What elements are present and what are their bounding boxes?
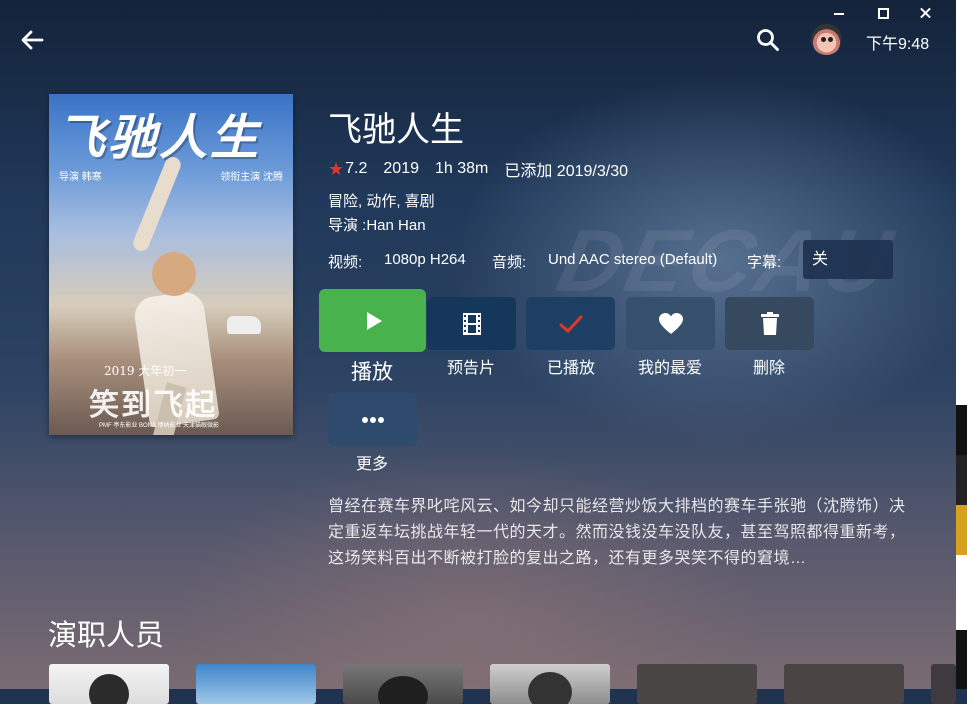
favorite-button[interactable] — [626, 297, 715, 350]
poster-star-credit: 领衔主演 沈腾 — [220, 172, 283, 183]
poster-footer: PMF 亭东影业 BONA 博纳影业 天津猫眼微影 — [99, 423, 220, 429]
poster-tagline: 笑到飞起 — [89, 388, 217, 423]
cast-card[interactable] — [490, 664, 610, 704]
movie-meta: ★ 7.2 2019 1h 38m 已添加 2019/3/30 — [328, 157, 644, 181]
director: 导演 :Han Han — [328, 217, 426, 234]
play-button[interactable] — [319, 289, 426, 352]
trash-icon — [760, 311, 779, 335]
back-arrow-icon[interactable] — [18, 26, 46, 54]
trailer-button[interactable] — [427, 297, 516, 350]
delete-button[interactable] — [725, 297, 814, 350]
cast-card[interactable] — [196, 664, 316, 704]
poster-release: 2019 大年初一 — [104, 364, 187, 378]
more-dots-icon — [361, 416, 384, 423]
year: 2019 — [383, 160, 419, 177]
movie-title: 飞驰人生 — [328, 111, 464, 149]
cast-card[interactable] — [784, 664, 904, 704]
rating: 7.2 — [345, 160, 368, 177]
star-icon: ★ — [328, 158, 345, 179]
genres: 冒险, 动作, 喜剧 — [328, 193, 435, 210]
subtitle-label: 字幕: — [747, 254, 782, 271]
video-value: 1080p H264 — [384, 251, 466, 268]
date-added: 已添加 2019/3/30 — [504, 163, 628, 180]
cast-card[interactable] — [637, 664, 757, 704]
poster-title: 飞驰人生 — [57, 110, 262, 166]
search-icon[interactable] — [754, 26, 782, 54]
more-button[interactable] — [328, 393, 417, 446]
cast-card[interactable] — [343, 664, 463, 704]
check-icon — [559, 315, 582, 333]
minimize-icon[interactable] — [828, 4, 852, 22]
audio-value: Und AAC stereo (Default) — [548, 251, 718, 268]
more-label: 更多 — [355, 456, 388, 473]
trailer-label: 预告片 — [446, 360, 495, 377]
video-label: 视频: — [328, 254, 363, 271]
heart-icon — [658, 312, 683, 334]
poster[interactable]: 飞驰人生 导演 韩寒 领衔主演 沈腾 2019 大年初一 笑到飞起 PMF 亭东… — [49, 94, 293, 435]
favorite-label: 我的最爱 — [637, 360, 702, 377]
poster-car — [227, 316, 261, 334]
clock: 下午9:48 — [866, 36, 930, 53]
avatar[interactable] — [811, 24, 842, 55]
subtitle-select[interactable]: 关 — [803, 240, 893, 279]
delete-label: 删除 — [752, 360, 785, 377]
background-window-strip — [956, 0, 967, 689]
close-icon[interactable] — [914, 4, 938, 22]
film-icon — [462, 312, 481, 335]
cast-heading: 演职人员 — [48, 620, 165, 652]
overview: 曾经在赛车界叱咤风云、如今却只能经营炒饭大排档的赛车手张驰（沈腾饰）决定重返车坛… — [328, 498, 906, 567]
runtime: 1h 38m — [434, 160, 489, 177]
play-label: 播放 — [351, 361, 393, 384]
played-button[interactable] — [526, 297, 615, 350]
play-icon — [366, 311, 382, 330]
played-label: 已播放 — [546, 360, 595, 377]
cast-card[interactable] — [49, 664, 169, 704]
maximize-icon[interactable] — [871, 4, 895, 22]
audio-label: 音频: — [492, 254, 527, 271]
cast-card[interactable] — [931, 664, 956, 704]
poster-director-credit: 导演 韩寒 — [59, 172, 102, 183]
